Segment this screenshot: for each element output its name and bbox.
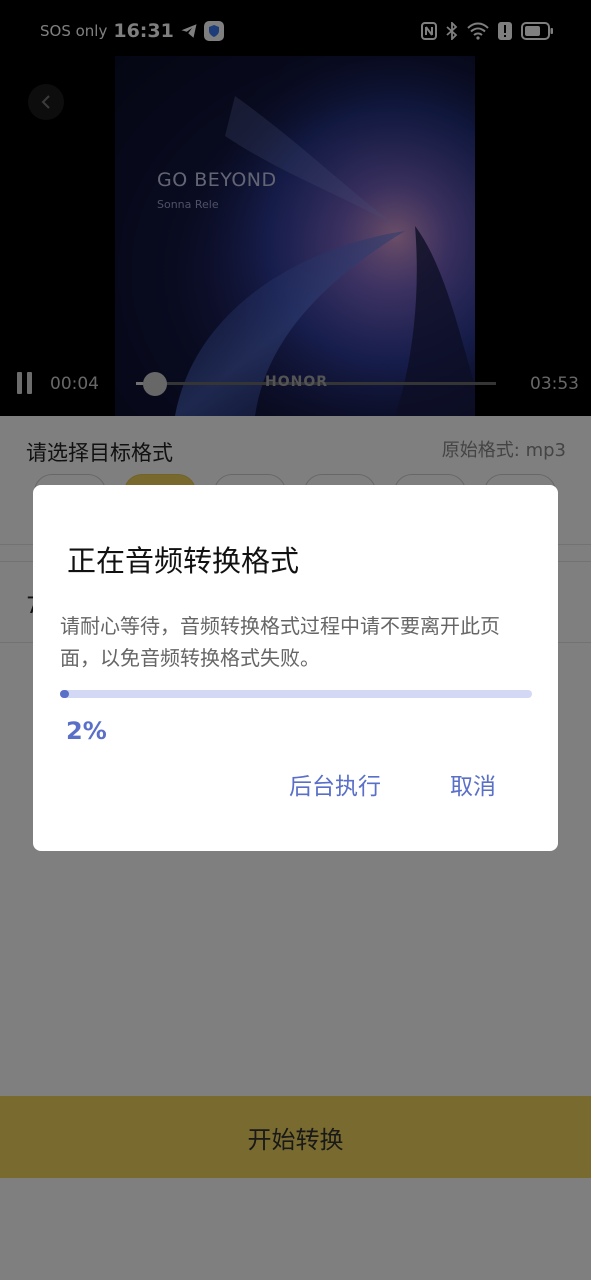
dialog-title: 正在音频转换格式 <box>67 544 300 578</box>
run-in-background-button[interactable]: 后台执行 <box>289 767 381 801</box>
dialog-message: 请耐心等待，音频转换格式过程中请不要离开此页面，以免音频转换格式失败。 <box>60 614 500 670</box>
conversion-dialog: 正在音频转换格式 请耐心等待，音频转换格式过程中请不要离开此页面，以免音频转换格… <box>33 485 558 851</box>
progress-bar-fill <box>60 690 70 698</box>
progress-bar <box>60 690 532 698</box>
cancel-button[interactable]: 取消 <box>450 767 496 801</box>
progress-percent: 2% <box>66 717 107 745</box>
